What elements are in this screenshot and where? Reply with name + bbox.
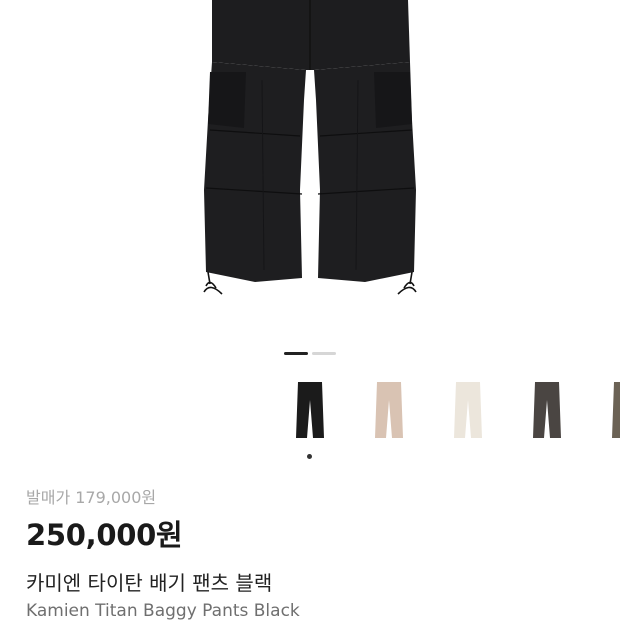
variant-thumb-khaki[interactable] xyxy=(596,378,620,448)
current-price: 250,000원 xyxy=(26,518,183,552)
variant-pants-shape xyxy=(296,382,324,438)
product-name-korean: 카미엔 타이탄 배기 팬츠 블랙 xyxy=(26,571,273,595)
color-variant-list xyxy=(0,370,620,466)
product-name-english: Kamien Titan Baggy Pants Black xyxy=(26,601,300,621)
variant-pants-shape xyxy=(454,382,482,438)
carousel-page-1-indicator[interactable] xyxy=(284,352,308,355)
variant-thumb-ivory[interactable] xyxy=(438,378,498,448)
carousel-indicator xyxy=(0,352,620,356)
selected-variant-dot xyxy=(307,454,312,459)
pants-photo xyxy=(203,0,417,295)
variant-thumb-beige[interactable] xyxy=(359,378,419,448)
variant-pants-shape xyxy=(533,382,561,438)
release-price: 발매가 179,000원 xyxy=(26,488,157,507)
product-main-image[interactable] xyxy=(0,0,620,340)
variant-pants-shape xyxy=(612,382,620,438)
variant-thumb-charcoal[interactable] xyxy=(517,378,577,448)
variant-thumb-black[interactable] xyxy=(280,378,340,459)
variant-pants-shape xyxy=(375,382,403,438)
carousel-page-2-indicator[interactable] xyxy=(312,352,336,355)
